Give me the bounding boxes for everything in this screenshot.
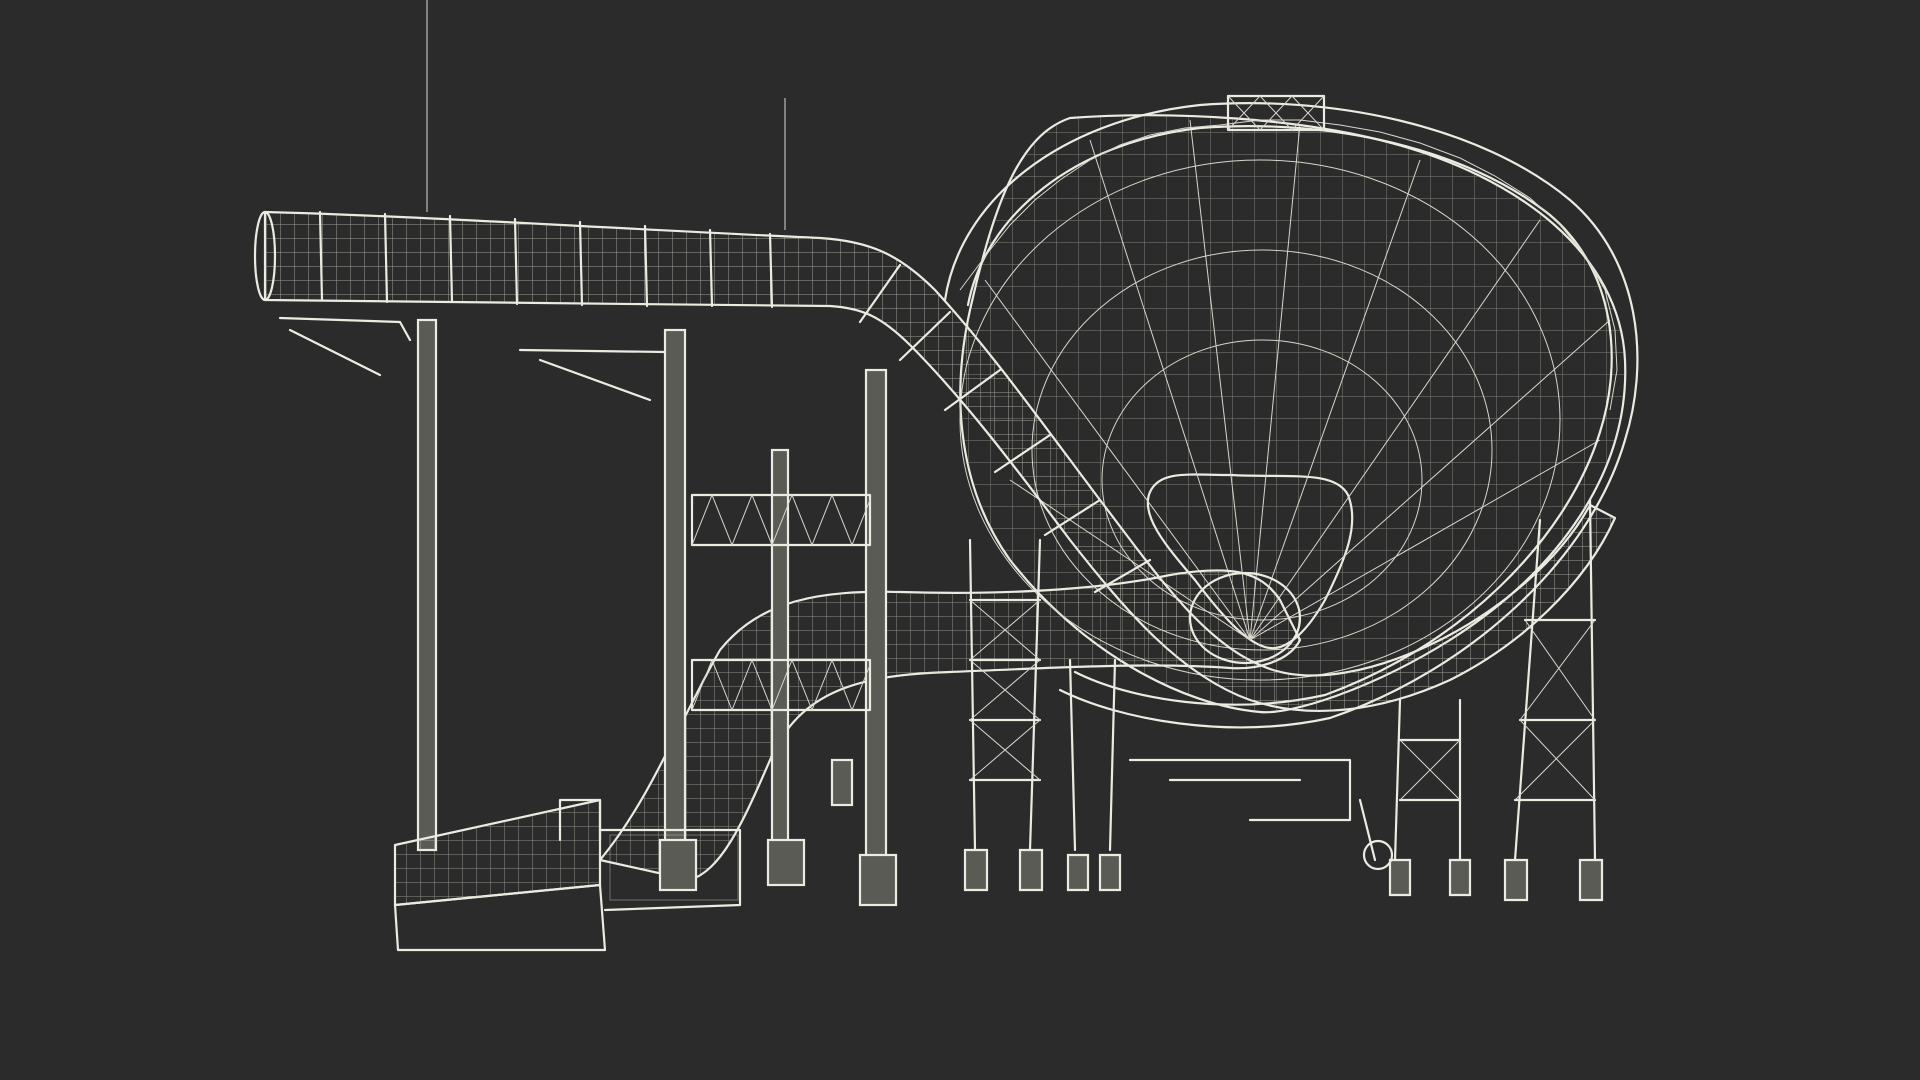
wireframe-scene <box>253 0 1639 952</box>
render-viewport <box>0 0 1920 1080</box>
